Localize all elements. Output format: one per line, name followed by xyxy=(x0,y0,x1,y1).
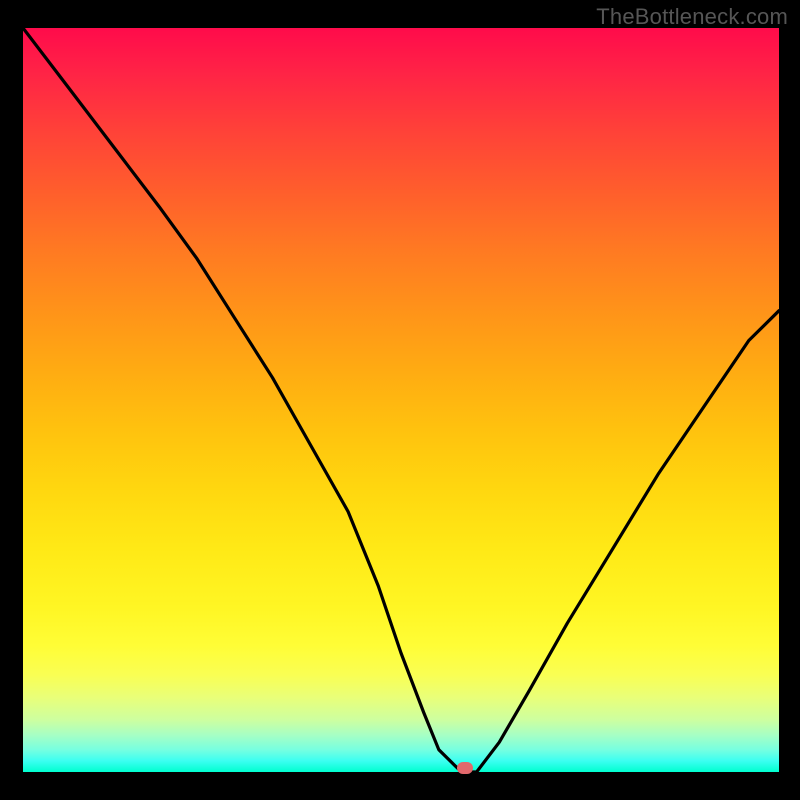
chart-area xyxy=(23,28,779,772)
bottleneck-curve xyxy=(23,28,779,772)
curve-svg xyxy=(23,28,779,772)
watermark-text: TheBottleneck.com xyxy=(596,4,788,30)
optimal-point-marker xyxy=(457,762,473,774)
